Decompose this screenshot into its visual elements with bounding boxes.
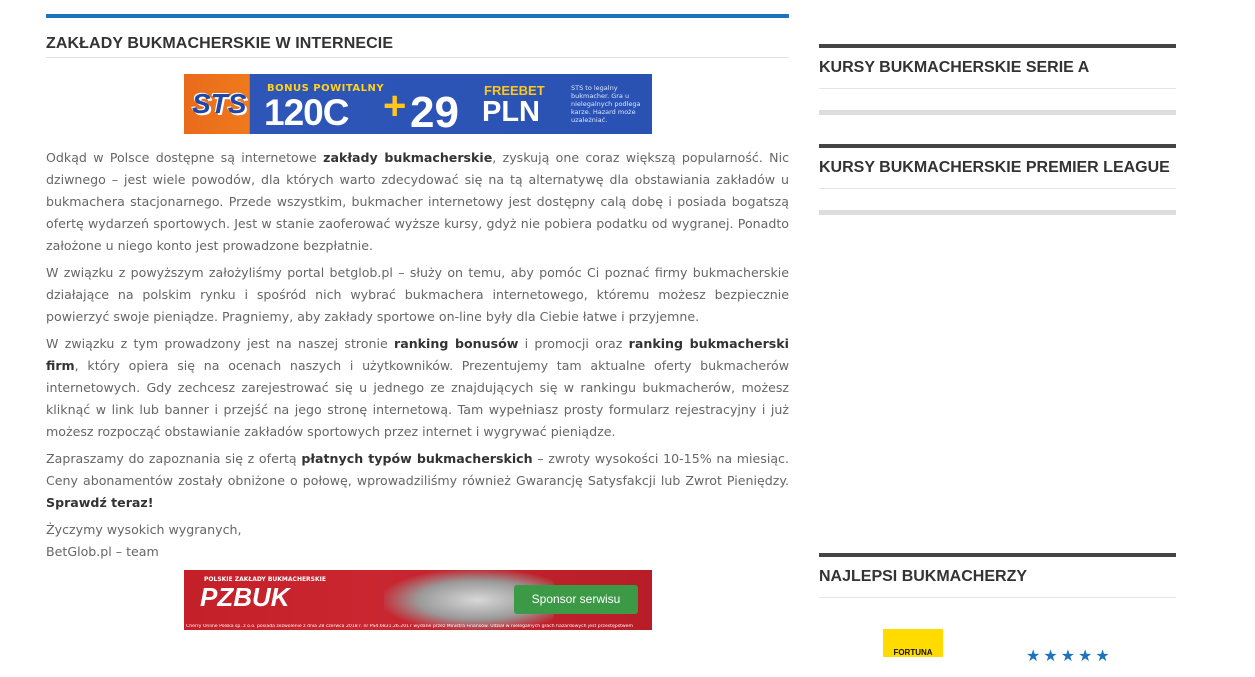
page-title: ZAKŁADY BUKMACHERSKIE W INTERNECIE	[46, 35, 394, 52]
title-divider	[46, 57, 789, 58]
rating-stars: ★★★★★	[1026, 646, 1113, 665]
pzbuk-logo: PZBUK	[200, 582, 290, 612]
paragraph-portal: W związku z powyższym założyliśmy portal…	[46, 265, 789, 324]
text: , który opiera się na ocenach naszych i …	[46, 358, 789, 439]
signoff: Życzymy wysokich wygranych, BetGlob.pl – …	[46, 519, 789, 563]
text: , zyskują one coraz większą popularność.…	[46, 150, 790, 253]
text: Zapraszamy do zapoznania się z ofertą	[46, 451, 302, 466]
widget-placeholder	[819, 110, 1176, 115]
sts-logo: STS	[192, 88, 247, 119]
sts-bonus-amount: 120C	[264, 92, 349, 133]
article-body: Odkąd w Polsce dostępne są internetowe z…	[46, 147, 789, 568]
pzbuk-legal-text: Cherry Online Polska sp. z o.o. posiada …	[186, 624, 633, 629]
widget-divider	[819, 188, 1176, 189]
title-accent-bar	[46, 14, 789, 18]
sts-disclaimer: STS to legalny bukmacher. Gra u nielegal…	[571, 84, 641, 124]
sts-currency: PLN	[482, 96, 540, 128]
widget-divider	[819, 597, 1176, 598]
sts-banner[interactable]: STS BONUS POWITALNY 120C + 29 FREEBET PL…	[184, 74, 652, 134]
paragraph-tips: Zapraszamy do zapoznania się z ofertą pł…	[46, 448, 789, 514]
text: W związku z tym prowadzony jest na nasze…	[46, 336, 394, 351]
check-now-link[interactable]: Sprawdź teraz!	[46, 495, 154, 510]
paid-tips-link[interactable]: płatnych typów bukmacherskich	[301, 451, 532, 466]
widget-bar	[819, 553, 1176, 557]
ranking-bonusow-link[interactable]: ranking bonusów	[394, 336, 518, 351]
paragraph-ranking: W związku z tym prowadzony jest na nasze…	[46, 333, 789, 443]
sponsor-button[interactable]: Sponsor serwisu	[514, 585, 638, 614]
sts-plus: +	[383, 84, 407, 128]
text: Odkąd w Polsce dostępne są internetowe	[46, 150, 324, 165]
widget-bar	[819, 44, 1176, 48]
signoff-team: BetGlob.pl – team	[46, 544, 159, 559]
signoff-line: Życzymy wysokich wygranych,	[46, 522, 242, 537]
fortuna-logo[interactable]: FORTUNA	[883, 629, 943, 657]
keyword-link[interactable]: zakłady bukmacherskie	[323, 150, 492, 165]
widget-divider	[819, 88, 1176, 89]
widget-bar	[819, 144, 1176, 148]
widget-title-best-bookmakers: NAJLEPSI BUKMACHERZY	[819, 568, 1028, 585]
sts-freebet-amount: 29	[410, 88, 459, 134]
paragraph-intro: Odkąd w Polsce dostępne są internetowe z…	[46, 147, 789, 257]
widget-title-premier-league: KURSY BUKMACHERSKIE PREMIER LEAGUE	[819, 159, 1170, 176]
widget-title-serie-a: KURSY BUKMACHERSKIE SERIE A	[819, 59, 1090, 76]
main-content: ZAKŁADY BUKMACHERSKIE W INTERNECIE STS B…	[46, 14, 789, 630]
pzbuk-banner[interactable]: POLSKIE ZAKŁADY BUKMACHERSKIE PZBUK Spon…	[184, 570, 652, 630]
text: i promocji oraz	[518, 336, 629, 351]
widget-placeholder	[819, 210, 1176, 215]
